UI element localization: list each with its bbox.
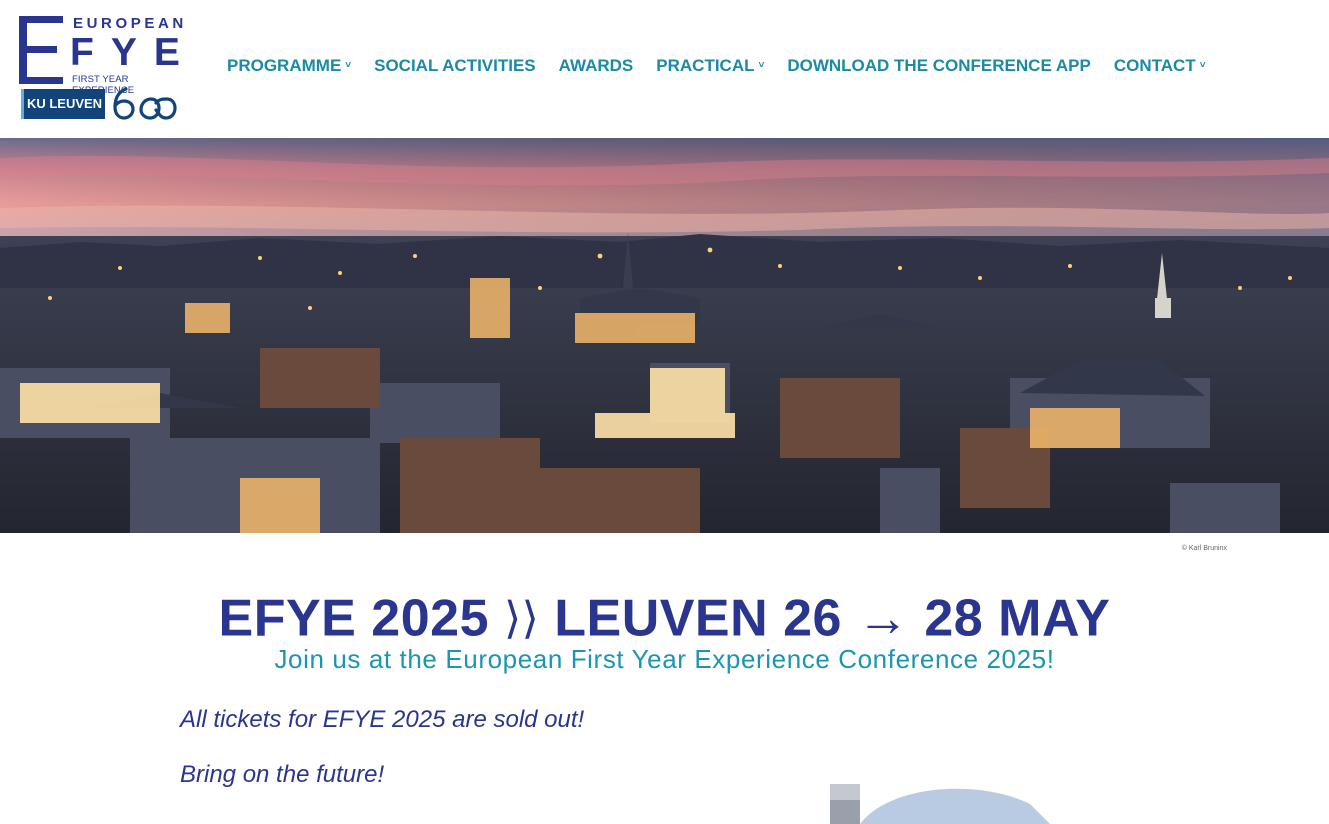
site-header: EUROPEAN FYE FIRST YEAR EXPERIENCE KU LE… [0, 0, 1329, 138]
nav-item-awards[interactable]: AWARDS [559, 56, 634, 76]
nav-item-contact[interactable]: CONTACT ˅ [1114, 56, 1206, 76]
nav-label-programme: PROGRAMME [227, 56, 342, 75]
page-title: EFYE 2025 ⟩⟩ LEUVEN 26 → 28 MAY [0, 585, 1329, 648]
nav-item-download-app[interactable]: DOWNLOAD THE CONFERENCE APP [787, 56, 1091, 76]
logo-word-european: EUROPEAN [73, 15, 187, 32]
efye-logo[interactable]: EUROPEAN FYE FIRST YEAR EXPERIENCE KU LE… [19, 15, 183, 120]
logo-word-fye: FYE [70, 31, 197, 74]
photo-credit: © Karl Bruninx [1181, 545, 1227, 552]
nav-label-contact: CONTACT [1113, 56, 1196, 75]
nav-item-programme[interactable]: PROGRAMME ˅ [227, 56, 351, 76]
ku-leuven-badge: KU LEUVEN [21, 89, 105, 119]
chevron-down-icon: ˅ [1199, 59, 1206, 71]
chevron-down-icon: ˅ [758, 59, 765, 71]
title-part-location: LEUVEN 26 [554, 589, 842, 648]
nav-label-practical: PRACTICAL [656, 56, 755, 75]
nav-item-social-activities[interactable]: SOCIAL ACTIVITIES [374, 56, 536, 76]
chevron-down-icon: ˅ [345, 59, 352, 71]
tagline: Bring on the future! [180, 761, 385, 788]
main-navigation: PROGRAMME ˅ SOCIAL ACTIVITIES AWARDS PRA… [227, 53, 1229, 79]
content-image-preview [830, 784, 1050, 824]
nav-label-download-app: DOWNLOAD THE CONFERENCE APP [787, 56, 1091, 75]
sold-out-notice: All tickets for EFYE 2025 are sold out! [180, 706, 585, 733]
hero-cityscape-image [0, 138, 1329, 533]
page-subtitle: Join us at the European First Year Exper… [274, 644, 1055, 674]
nav-label-social-activities: SOCIAL ACTIVITIES [374, 56, 536, 75]
title-separator-icon: ⟩⟩ [503, 593, 540, 643]
big-e-letter-icon [19, 16, 63, 84]
600-anniversary-icon [113, 87, 177, 120]
title-part-edition: EFYE 2025 [218, 589, 489, 648]
content-photo [830, 784, 1050, 824]
leuven-skyline-photo [0, 138, 1329, 533]
nav-item-practical[interactable]: PRACTICAL ˅ [656, 56, 764, 76]
nav-label-awards: AWARDS [558, 56, 634, 75]
title-arrow-icon: → [856, 589, 910, 648]
title-part-end-date: 28 MAY [924, 589, 1111, 648]
